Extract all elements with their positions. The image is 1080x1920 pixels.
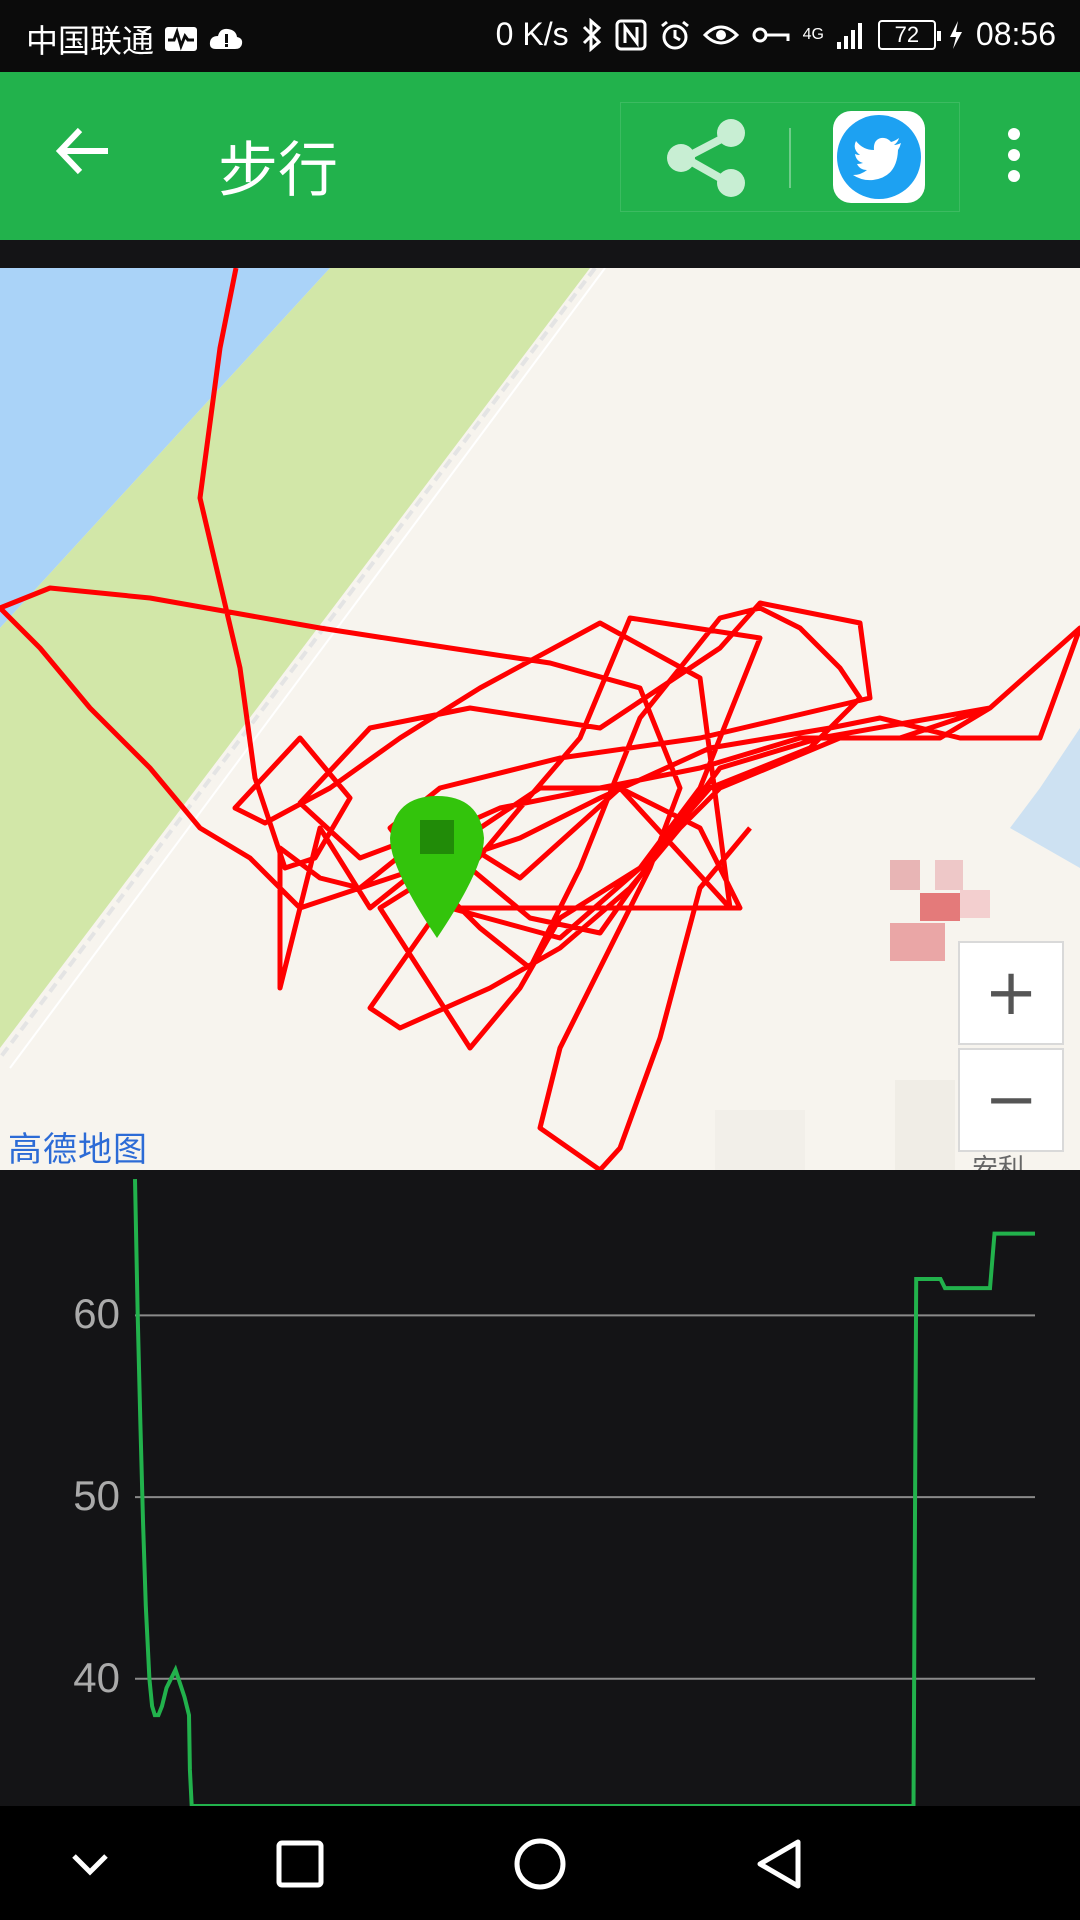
cloud-alert-icon — [209, 28, 243, 49]
route-map[interactable]: + − 高德地图 安利 — [0, 268, 1080, 1170]
more-vert-icon[interactable] — [996, 128, 1032, 188]
action-divider — [789, 128, 791, 188]
elevation-chart: 60 50 40 — [0, 1170, 1080, 1806]
blurred-marker — [960, 890, 990, 918]
blurred-marker — [935, 860, 963, 890]
share-icon[interactable] — [621, 103, 791, 213]
screen: 中国联通 0 K/s 4G 72 08:56 步行 + − 高德地图 安利 60… — [0, 0, 1080, 1920]
y-tick-label: 40 — [73, 1653, 120, 1701]
nfc-icon — [615, 19, 647, 50]
blurred-marker — [920, 893, 960, 921]
collapse-chevron-icon[interactable] — [60, 1834, 120, 1894]
battery-indicator: 72 — [877, 19, 941, 50]
blurred-marker — [890, 923, 945, 961]
back-triangle-icon[interactable] — [750, 1834, 810, 1894]
elevation-line — [133, 1179, 1035, 1806]
home-circle-icon[interactable] — [510, 1834, 570, 1894]
network-type: 4G — [802, 25, 824, 43]
back-arrow-icon[interactable] — [52, 116, 122, 186]
blurred-marker — [890, 860, 920, 890]
recents-square-icon[interactable] — [270, 1834, 330, 1894]
building — [715, 1110, 805, 1170]
bluetooth-icon — [582, 17, 601, 52]
map-provider-logo: 高德地图 — [8, 1130, 148, 1170]
poi-label: 安利 — [972, 1154, 1025, 1170]
twitter-share-button[interactable] — [833, 111, 925, 203]
pulse-icon — [165, 27, 198, 51]
system-nav-bar — [0, 1806, 1080, 1920]
pond-area — [1010, 728, 1080, 868]
signal-icon — [836, 22, 862, 49]
network-speed: 0 K/s — [495, 16, 569, 52]
twitter-icon — [853, 137, 901, 181]
clock: 08:56 — [975, 16, 1056, 52]
y-tick-label: 50 — [73, 1472, 120, 1520]
eye-icon — [702, 25, 739, 44]
y-tick-label: 60 — [73, 1290, 120, 1338]
share-actions — [620, 102, 960, 212]
zoom-in-button[interactable]: + — [958, 941, 1064, 1045]
twitter-icon-bg — [837, 115, 921, 199]
building — [895, 1080, 955, 1170]
map-canvas[interactable] — [0, 268, 1080, 1170]
zoom-out-button[interactable]: − — [958, 1048, 1064, 1152]
key-icon — [752, 27, 790, 42]
carrier-label: 中国联通 — [26, 23, 155, 59]
page-title: 步行 — [218, 136, 338, 206]
app-bar: 步行 — [0, 72, 1080, 240]
chart-canvas — [133, 1179, 1035, 1806]
status-bar: 中国联通 0 K/s 4G 72 08:56 — [0, 0, 1080, 72]
battery-level: 72 — [894, 21, 920, 47]
charging-icon — [949, 20, 962, 49]
header-spacer — [0, 240, 1080, 268]
alarm-icon — [660, 20, 689, 49]
